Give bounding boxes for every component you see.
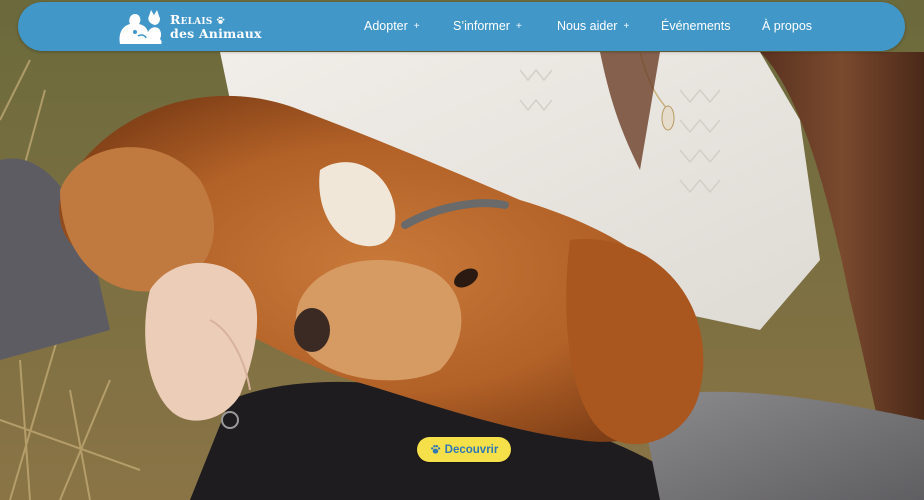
plus-icon: + — [623, 20, 630, 32]
plus-icon: + — [515, 20, 522, 32]
hero-photo-dog-and-woman — [0, 0, 924, 500]
nav-item-label: Adopter — [364, 19, 408, 33]
nav-item-evenements[interactable]: Événements — [661, 19, 730, 33]
nav-menu: Adopter + S’informer + Nous aider + Évén… — [18, 2, 905, 51]
plus-icon: + — [413, 20, 420, 32]
nav-item-a-propos[interactable]: À propos — [762, 19, 812, 33]
paw-icon — [430, 444, 440, 454]
nav-item-label: Nous aider — [557, 19, 618, 33]
discover-button[interactable]: Decouvrir — [417, 437, 511, 462]
nav-item-adopter[interactable]: Adopter + — [364, 19, 420, 33]
nav-item-label: S’informer — [453, 19, 510, 33]
nav-item-label: À propos — [762, 19, 813, 33]
nav-item-nous-aider[interactable]: Nous aider + — [557, 19, 629, 33]
discover-button-label: Decouvrir — [444, 443, 499, 456]
nav-item-label: Événements — [661, 19, 731, 33]
nav-item-sinformer[interactable]: S’informer + — [453, 19, 522, 33]
main-navbar: Relais des Animaux Adopter + S’informer … — [18, 2, 905, 51]
hero-image — [0, 0, 924, 500]
